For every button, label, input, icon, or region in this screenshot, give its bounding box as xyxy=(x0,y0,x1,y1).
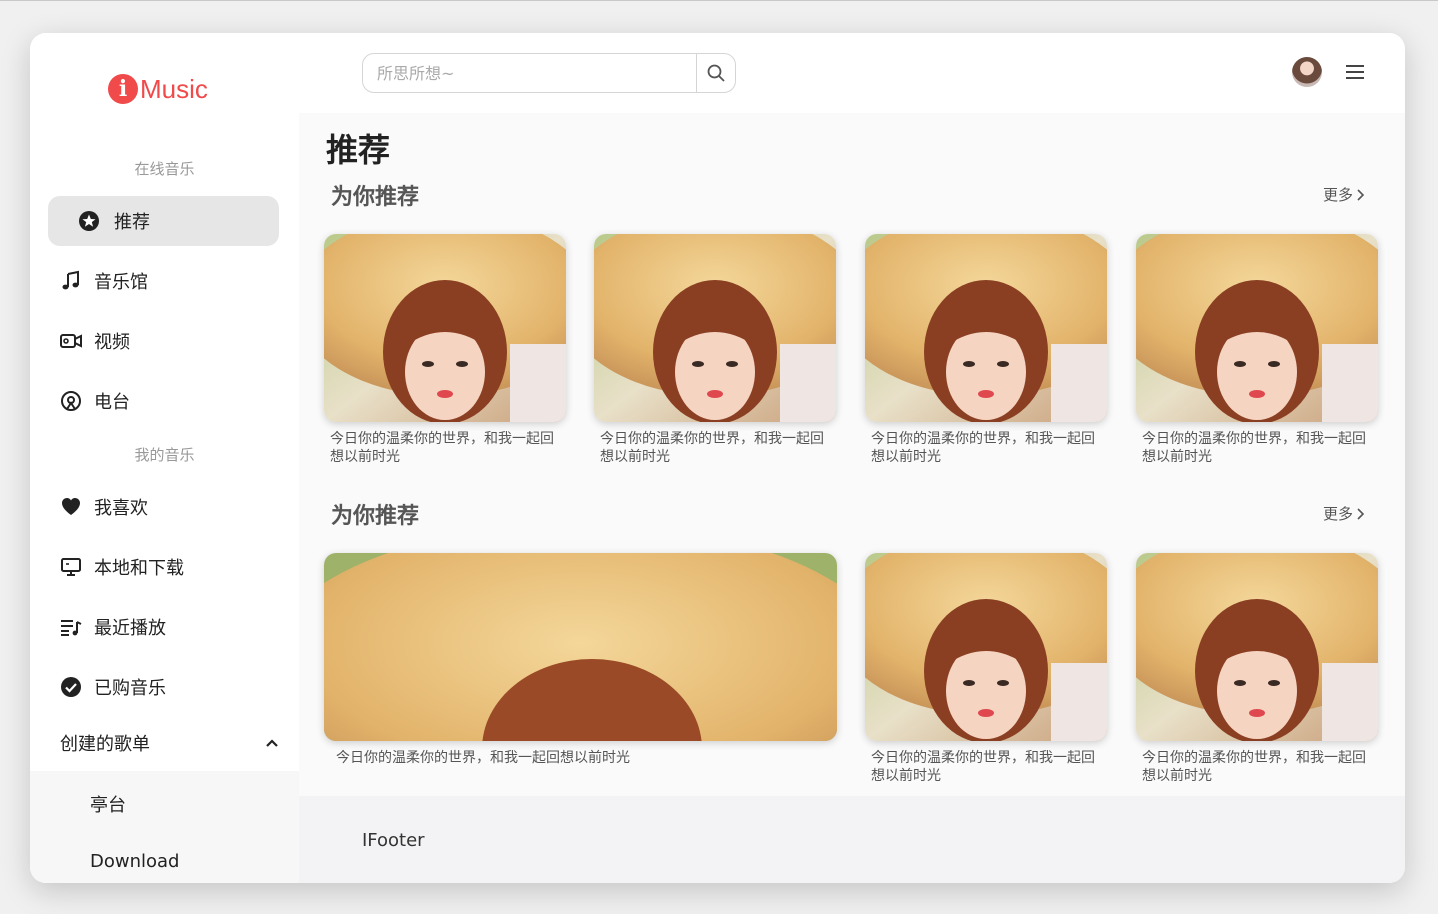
avatar[interactable] xyxy=(1292,57,1322,87)
chevron-right-icon xyxy=(1357,507,1365,520)
music-note-icon xyxy=(58,268,84,294)
playlist-card[interactable]: 今日你的温柔你的世界，和我一起回想以前时光 xyxy=(1136,234,1378,468)
card-cover-image xyxy=(1136,553,1378,741)
card-caption: 今日你的温柔你的世界，和我一起回想以前时光 xyxy=(336,750,630,766)
sidebar-item-label: 推荐 xyxy=(114,212,150,233)
playlist-card[interactable]: 今日你的温柔你的世界，和我一起回想以前时光 xyxy=(324,234,566,468)
playlist-list: 亭台 Download xyxy=(30,771,299,883)
sidebar-item-label: 已购音乐 xyxy=(94,678,166,699)
sidebar-item-video[interactable]: 视频 xyxy=(48,316,279,366)
section-online-music: 在线音乐 xyxy=(134,160,195,178)
card-cover-image xyxy=(324,553,837,741)
sidebar-item-recent[interactable]: 最近播放 xyxy=(48,602,279,652)
check-circle-icon xyxy=(58,674,84,700)
playlist-item[interactable]: 亭台 xyxy=(90,791,126,817)
star-circle-icon xyxy=(76,208,102,234)
sidebar-item-label: 视频 xyxy=(94,332,130,353)
logo-badge: i xyxy=(108,74,138,104)
app-window: i Music 在线音乐 推荐 音乐馆 视频 电台 我的音乐 我喜欢 本地和下载… xyxy=(30,33,1405,883)
playlist-card[interactable]: 今日你的温柔你的世界，和我一起回想以前时光 xyxy=(1136,553,1378,787)
more-label: 更多 xyxy=(1323,505,1354,523)
radio-icon xyxy=(58,388,84,414)
more-link[interactable]: 更多 xyxy=(1323,184,1366,205)
card-cover-image xyxy=(1136,234,1378,422)
sidebar-item-radio[interactable]: 电台 xyxy=(48,376,279,426)
created-playlists-toggle[interactable]: 创建的歌单 xyxy=(30,723,299,763)
top-divider xyxy=(0,0,1438,1)
footer: IFooter xyxy=(299,796,1405,883)
monitor-icon xyxy=(58,554,84,580)
logo-text: Music xyxy=(140,73,208,104)
card-caption: 今日你的温柔你的世界，和我一起回想以前时光 xyxy=(871,431,1095,465)
search-box xyxy=(362,53,736,93)
sidebar-item-label: 我喜欢 xyxy=(94,498,148,519)
card-caption: 今日你的温柔你的世界，和我一起回想以前时光 xyxy=(1142,431,1366,465)
card-cover-image xyxy=(324,234,566,422)
logo[interactable]: i Music xyxy=(108,73,208,105)
chevron-right-icon xyxy=(1357,188,1365,201)
video-camera-icon xyxy=(58,328,84,354)
card-caption: 今日你的温柔你的世界，和我一起回想以前时光 xyxy=(871,750,1095,784)
footer-text: IFooter xyxy=(362,830,425,851)
sidebar-item-music-hall[interactable]: 音乐馆 xyxy=(48,256,279,306)
sidebar-item-label: 最近播放 xyxy=(94,618,166,639)
more-link[interactable]: 更多 xyxy=(1323,503,1366,524)
sidebar: i Music 在线音乐 推荐 音乐馆 视频 电台 我的音乐 我喜欢 本地和下载… xyxy=(30,33,299,883)
sidebar-item-recommend[interactable]: 推荐 xyxy=(48,196,279,246)
sidebar-item-favorites[interactable]: 我喜欢 xyxy=(48,482,279,532)
playlist-card[interactable]: 今日你的温柔你的世界，和我一起回想以前时光 xyxy=(865,553,1107,787)
search-icon xyxy=(707,64,725,82)
card-cover-image xyxy=(865,553,1107,741)
sidebar-item-label: 电台 xyxy=(94,392,130,413)
section-my-music: 我的音乐 xyxy=(134,446,195,464)
playlist-item[interactable]: Download xyxy=(90,851,179,872)
page-title: 推荐 xyxy=(326,131,391,169)
hamburger-menu-icon[interactable] xyxy=(1344,61,1366,83)
section-title: 为你推荐 xyxy=(331,185,420,210)
card-cover-image xyxy=(594,234,836,422)
card-caption: 今日你的温柔你的世界，和我一起回想以前时光 xyxy=(1142,750,1366,784)
card-caption: 今日你的温柔你的世界，和我一起回想以前时光 xyxy=(600,431,824,465)
main-content: 推荐 为你推荐 更多 今日你的温柔你的世界，和我一起回想以前时光 今日你的温柔你… xyxy=(299,113,1405,796)
top-header xyxy=(299,33,1405,113)
playlist-card[interactable]: 今日你的温柔你的世界，和我一起回想以前时光 xyxy=(594,234,836,468)
sidebar-item-purchased[interactable]: 已购音乐 xyxy=(48,662,279,712)
section-title: 为你推荐 xyxy=(331,504,420,529)
heart-icon xyxy=(58,494,84,520)
search-button[interactable] xyxy=(696,54,735,92)
created-playlists-label: 创建的歌单 xyxy=(60,734,150,755)
playlist-card[interactable]: 今日你的温柔你的世界，和我一起回想以前时光 xyxy=(865,234,1107,468)
more-label: 更多 xyxy=(1323,186,1354,204)
sidebar-item-label: 音乐馆 xyxy=(94,272,148,293)
card-cover-image xyxy=(865,234,1107,422)
sidebar-item-local-download[interactable]: 本地和下载 xyxy=(48,542,279,592)
card-caption: 今日你的温柔你的世界，和我一起回想以前时光 xyxy=(330,431,554,465)
search-input[interactable] xyxy=(363,54,702,92)
playlist-icon xyxy=(58,614,84,640)
chevron-up-icon xyxy=(266,739,278,747)
playlist-card-wide[interactable]: 今日你的温柔你的世界，和我一起回想以前时光 xyxy=(324,553,837,773)
sidebar-item-label: 本地和下载 xyxy=(94,558,184,579)
